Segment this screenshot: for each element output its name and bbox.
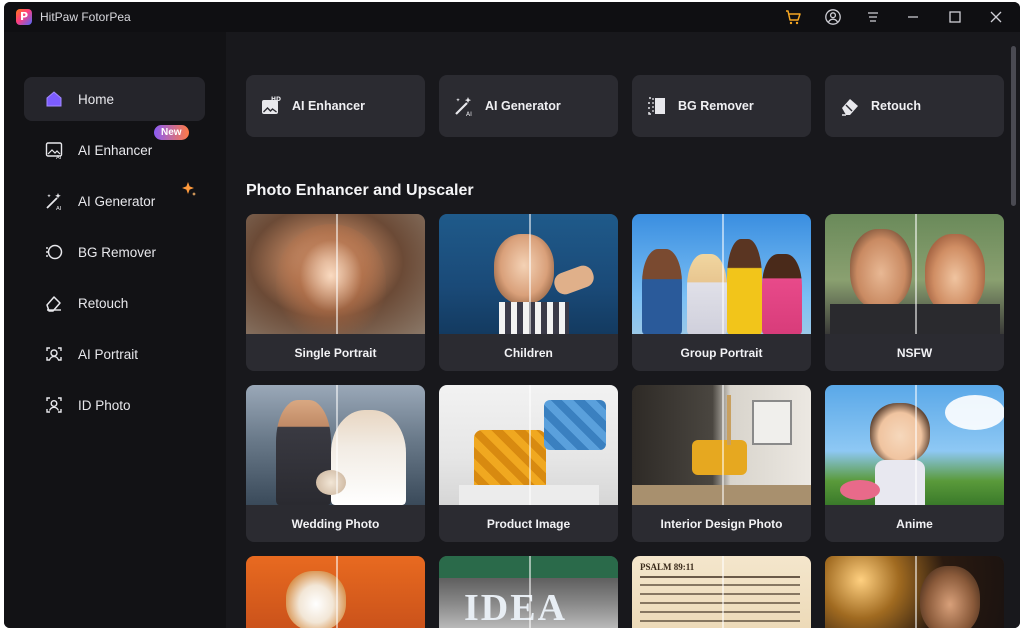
card-document-photo[interactable]: PSALM 89:11	[632, 556, 811, 628]
tool-bg-remover[interactable]: BG Remover	[632, 75, 811, 137]
sidebar-item-bg-remover[interactable]: BG Remover	[24, 230, 205, 274]
card-label: Single Portrait	[294, 345, 377, 360]
ai-generator-icon: AI	[44, 191, 64, 211]
sidebar-item-label: BG Remover	[78, 244, 157, 260]
night-portrait-thumbnail	[825, 556, 1004, 628]
bg-remover-icon	[646, 95, 668, 117]
tool-ai-enhancer[interactable]: HD AI Enhancer	[246, 75, 425, 137]
sidebar-item-home[interactable]: Home	[24, 77, 205, 121]
before-after-divider	[914, 556, 917, 628]
before-after-divider	[721, 556, 724, 628]
sidebar-item-label: AI Portrait	[78, 346, 139, 362]
anime-thumbnail	[825, 385, 1004, 505]
card-label: NSFW	[896, 345, 933, 360]
svg-text:AI: AI	[466, 111, 472, 117]
before-after-divider	[721, 214, 724, 334]
psalm-heading: PSALM 89:11	[640, 562, 695, 572]
sidebar-item-label: Home	[78, 91, 115, 107]
tool-label: Retouch	[871, 99, 921, 113]
magic-wand-icon: AI	[453, 95, 475, 118]
interior-design-photo-thumbnail	[632, 385, 811, 505]
tool-label: AI Generator	[485, 99, 561, 113]
sidebar-item-label: ID Photo	[78, 397, 131, 413]
tool-label: BG Remover	[678, 99, 754, 113]
before-after-divider	[335, 214, 338, 334]
app-logo-icon	[16, 9, 32, 25]
close-icon[interactable]	[987, 8, 1005, 26]
minimize-icon[interactable]	[904, 8, 922, 26]
sparkle-icon	[180, 181, 198, 199]
title-bar: HitPaw FotorPea	[4, 2, 1020, 32]
idea-text: IDEA	[464, 587, 568, 628]
sidebar-item-ai-generator[interactable]: AI AI Generator	[24, 179, 205, 223]
vertical-scrollbar[interactable]	[1011, 46, 1016, 206]
bg-remover-icon	[44, 242, 64, 262]
nsfw-thumbnail	[825, 214, 1004, 334]
tool-ai-generator[interactable]: AI AI Generator	[439, 75, 618, 137]
app-window: HitPaw FotorPea Home AI	[4, 2, 1020, 628]
card-product-image[interactable]: Product Image	[439, 385, 618, 542]
id-photo-icon	[44, 395, 64, 415]
wedding-photo-thumbnail	[246, 385, 425, 505]
ai-enhancer-icon: AI	[44, 140, 64, 160]
home-icon	[44, 89, 64, 109]
single-portrait-thumbnail	[246, 214, 425, 334]
main-panel: HD AI Enhancer AI AI Generator BG Remove…	[226, 32, 1020, 628]
app-title: HitPaw FotorPea	[40, 10, 131, 24]
card-night-photo[interactable]	[825, 556, 1004, 628]
card-label: Children	[504, 345, 553, 360]
card-wedding-photo[interactable]: Wedding Photo	[246, 385, 425, 542]
sidebar-item-label: AI Enhancer	[78, 142, 153, 158]
card-children[interactable]: Children	[439, 214, 618, 371]
card-nsfw[interactable]: NSFW	[825, 214, 1004, 371]
cart-icon[interactable]	[784, 8, 802, 26]
card-label: Product Image	[486, 516, 571, 531]
svg-text:AI: AI	[56, 206, 62, 211]
card-group-portrait[interactable]: Group Portrait	[632, 214, 811, 371]
before-after-divider	[914, 214, 917, 334]
before-after-divider	[914, 385, 917, 505]
card-idea-photo[interactable]: IDEA	[439, 556, 618, 628]
card-label: Interior Design Photo	[660, 516, 783, 531]
svg-text:AI: AI	[56, 155, 62, 160]
before-after-divider	[335, 556, 338, 628]
tool-label: AI Enhancer	[292, 99, 365, 113]
eraser-icon	[839, 95, 861, 117]
new-badge: New	[154, 125, 189, 140]
product-image-thumbnail	[439, 385, 618, 505]
children-thumbnail	[439, 214, 618, 334]
card-interior-design-photo[interactable]: Interior Design Photo	[632, 385, 811, 542]
ai-portrait-icon	[44, 344, 64, 364]
before-after-divider	[528, 385, 531, 505]
section-title: Photo Enhancer and Upscaler	[246, 182, 474, 199]
menu-icon[interactable]	[864, 8, 882, 26]
document-thumbnail: PSALM 89:11	[632, 556, 811, 628]
retouch-icon	[44, 293, 64, 313]
account-icon[interactable]	[824, 8, 842, 26]
idea-thumbnail: IDEA	[439, 556, 618, 628]
sidebar-item-retouch[interactable]: Retouch	[24, 281, 205, 325]
sidebar-item-id-photo[interactable]: ID Photo	[24, 383, 205, 427]
dog-thumbnail	[246, 556, 425, 628]
sidebar-item-label: AI Generator	[78, 193, 156, 209]
card-label: Group Portrait	[680, 345, 763, 360]
hd-image-icon: HD	[260, 95, 282, 117]
before-after-divider	[528, 556, 531, 628]
before-after-divider	[528, 214, 531, 334]
svg-text:HD: HD	[271, 96, 281, 103]
sidebar-item-label: Retouch	[78, 295, 129, 311]
before-after-divider	[335, 385, 338, 505]
tool-retouch[interactable]: Retouch	[825, 75, 1004, 137]
sidebar-item-ai-portrait[interactable]: AI Portrait	[24, 332, 205, 376]
sidebar: Home AI AI Enhancer AI AI Generator BG R…	[4, 32, 226, 628]
card-label: Wedding Photo	[291, 516, 380, 531]
before-after-divider	[721, 385, 724, 505]
card-single-portrait[interactable]: Single Portrait	[246, 214, 425, 371]
card-label: Anime	[896, 516, 933, 531]
group-portrait-thumbnail	[632, 214, 811, 334]
card-anime[interactable]: Anime	[825, 385, 1004, 542]
maximize-icon[interactable]	[946, 8, 964, 26]
card-pet-photo[interactable]	[246, 556, 425, 628]
